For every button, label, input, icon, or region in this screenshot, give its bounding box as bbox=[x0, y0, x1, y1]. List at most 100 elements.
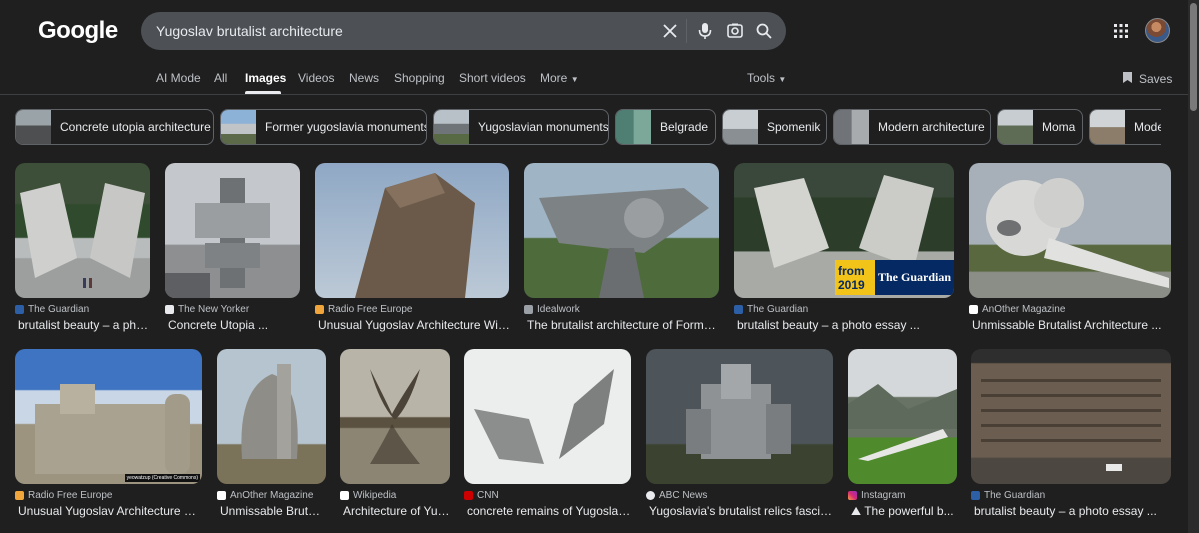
chip-label: Modern architecture bbox=[878, 120, 985, 134]
clear-icon[interactable] bbox=[660, 21, 680, 41]
chevron-down-icon: ▼ bbox=[778, 75, 787, 84]
result-image[interactable] bbox=[848, 349, 957, 484]
saves-label: Saves bbox=[1139, 72, 1173, 86]
result-source[interactable]: Idealwork bbox=[524, 304, 580, 315]
chip-yugoslavian-monuments[interactable]: Yugoslavian monuments bbox=[433, 109, 609, 145]
microphone-icon[interactable] bbox=[695, 21, 715, 41]
result-image[interactable] bbox=[217, 349, 326, 484]
result-image[interactable] bbox=[15, 163, 150, 298]
result-image[interactable] bbox=[165, 163, 300, 298]
result-source[interactable]: The Guardian bbox=[734, 304, 808, 315]
search-input[interactable]: Yugoslav brutalist architecture bbox=[156, 23, 343, 39]
result-title[interactable]: Concrete Utopia ... bbox=[168, 318, 303, 332]
chip-label: Concrete utopia architecture bbox=[60, 120, 211, 134]
search-tabs: AI Mode All Images Videos News Shopping … bbox=[0, 64, 1199, 94]
chip-thumbnail bbox=[221, 110, 256, 144]
google-logo[interactable]: Google bbox=[38, 17, 118, 45]
result-source[interactable]: Instagram bbox=[848, 490, 905, 501]
chip-thumbnail bbox=[723, 110, 758, 144]
result-source[interactable]: ABC News bbox=[646, 490, 707, 501]
result-image[interactable] bbox=[340, 349, 450, 484]
apps-grid-icon[interactable] bbox=[1112, 22, 1130, 40]
camera-lens-icon[interactable] bbox=[725, 21, 745, 41]
result-title[interactable]: The brutalist architecture of Former ... bbox=[527, 318, 722, 332]
chip-label: Spomenik bbox=[767, 120, 821, 134]
scrollbar-thumb[interactable] bbox=[1190, 3, 1197, 111]
chip-belgrade[interactable]: Belgrade bbox=[615, 109, 716, 145]
result-source[interactable]: AnOther Magazine bbox=[969, 304, 1065, 315]
chip-concrete-utopia-architecture[interactable]: Concrete utopia architecture bbox=[15, 109, 214, 145]
tab-short-videos[interactable]: Short videos bbox=[459, 71, 526, 85]
tab-more-label: More bbox=[540, 71, 568, 85]
result-source[interactable]: Radio Free Europe bbox=[15, 490, 113, 501]
tools-label: Tools bbox=[747, 71, 776, 85]
chip-thumbnail bbox=[434, 110, 469, 144]
result-title[interactable]: Unmissable Brutalist Architecture ... bbox=[972, 318, 1174, 332]
result-source[interactable]: The Guardian bbox=[971, 490, 1045, 501]
chip-modern-architecture[interactable]: Modern architecture bbox=[833, 109, 991, 145]
result-image[interactable]: yeowatzup (Creative Commons) bbox=[15, 349, 202, 484]
result-source-label: The Guardian bbox=[747, 304, 809, 315]
guardian-favicon-icon bbox=[15, 305, 24, 314]
search-icon[interactable] bbox=[754, 21, 774, 41]
chip-label: Moma bbox=[1042, 120, 1076, 134]
result-source[interactable]: The Guardian bbox=[15, 304, 89, 315]
result-source[interactable]: AnOther Magazine bbox=[217, 490, 313, 501]
result-image[interactable] bbox=[646, 349, 833, 484]
tab-images[interactable]: Images bbox=[245, 71, 286, 85]
result-image[interactable] bbox=[971, 349, 1171, 484]
new-yorker-favicon-icon bbox=[165, 305, 174, 314]
tab-shopping[interactable]: Shopping bbox=[394, 71, 445, 85]
result-source-label: Idealwork bbox=[537, 304, 580, 315]
photo-credit: yeowatzup (Creative Commons) bbox=[124, 474, 200, 482]
chevron-down-icon: ▼ bbox=[570, 75, 579, 84]
result-source[interactable]: CNN bbox=[464, 490, 499, 501]
search-divider bbox=[686, 19, 687, 43]
result-source[interactable]: The New Yorker bbox=[165, 304, 249, 315]
result-title[interactable]: concrete remains of Yugoslav ... bbox=[467, 504, 631, 518]
chip-spomenik[interactable]: Spomenik bbox=[722, 109, 827, 145]
result-title[interactable]: brutalist beauty – a phot... bbox=[18, 318, 153, 332]
result-image[interactable] bbox=[524, 163, 719, 298]
result-source-label: AnOther Magazine bbox=[982, 304, 1066, 315]
result-title[interactable]: Architecture of Yug... bbox=[343, 504, 450, 518]
account-avatar[interactable] bbox=[1145, 18, 1170, 43]
result-title[interactable]: Unusual Yugoslav Architecture Win... bbox=[18, 504, 205, 518]
result-source-label: The New Yorker bbox=[178, 304, 250, 315]
tab-all[interactable]: All bbox=[214, 71, 227, 85]
result-image[interactable] bbox=[464, 349, 631, 484]
result-source[interactable]: Radio Free Europe bbox=[315, 304, 413, 315]
result-title[interactable]: brutalist beauty – a photo essay ... bbox=[737, 318, 957, 332]
badge-brand: The Guardian bbox=[877, 270, 952, 284]
result-title[interactable]: Yugoslavia's brutalist relics fascinat..… bbox=[649, 504, 833, 518]
result-source-label: Radio Free Europe bbox=[28, 490, 113, 501]
result-source-label: AnOther Magazine bbox=[230, 490, 314, 501]
tab-news[interactable]: News bbox=[349, 71, 379, 85]
search-box[interactable]: Yugoslav brutalist architecture bbox=[141, 12, 786, 50]
result-source-label: Wikipedia bbox=[353, 490, 397, 501]
header-divider bbox=[0, 94, 1188, 95]
tools-button[interactable]: Tools ▼ bbox=[747, 71, 786, 85]
result-title[interactable]: Unmissable Brutali... bbox=[220, 504, 326, 518]
result-image[interactable] bbox=[969, 163, 1171, 298]
rfe-favicon-icon bbox=[315, 305, 324, 314]
result-image[interactable] bbox=[315, 163, 509, 298]
result-title[interactable]: Unusual Yugoslav Architecture Wins ... bbox=[318, 318, 512, 332]
saves-button[interactable]: Saves bbox=[1122, 71, 1172, 87]
another-magazine-favicon-icon bbox=[969, 305, 978, 314]
another-magazine-favicon-icon bbox=[217, 491, 226, 500]
tab-more[interactable]: More ▼ bbox=[540, 71, 579, 85]
result-title[interactable]: ⛰ The powerful b... bbox=[851, 504, 957, 519]
chip-label: Yugoslavian monuments bbox=[478, 120, 609, 134]
chip-mode[interactable]: Mode bbox=[1089, 109, 1161, 145]
tab-ai-mode[interactable]: AI Mode bbox=[156, 71, 201, 85]
result-image[interactable]: from 2019 The Guardian bbox=[734, 163, 954, 298]
chip-moma[interactable]: Moma bbox=[997, 109, 1083, 145]
chip-thumbnail bbox=[998, 110, 1033, 144]
result-title[interactable]: brutalist beauty – a photo essay ... bbox=[974, 504, 1171, 518]
result-source[interactable]: Wikipedia bbox=[340, 490, 396, 501]
tab-videos[interactable]: Videos bbox=[298, 71, 334, 85]
chip-former-yugoslavia-monuments[interactable]: Former yugoslavia monuments bbox=[220, 109, 427, 145]
chip-thumbnail bbox=[834, 110, 869, 144]
chip-thumbnail bbox=[16, 110, 51, 144]
